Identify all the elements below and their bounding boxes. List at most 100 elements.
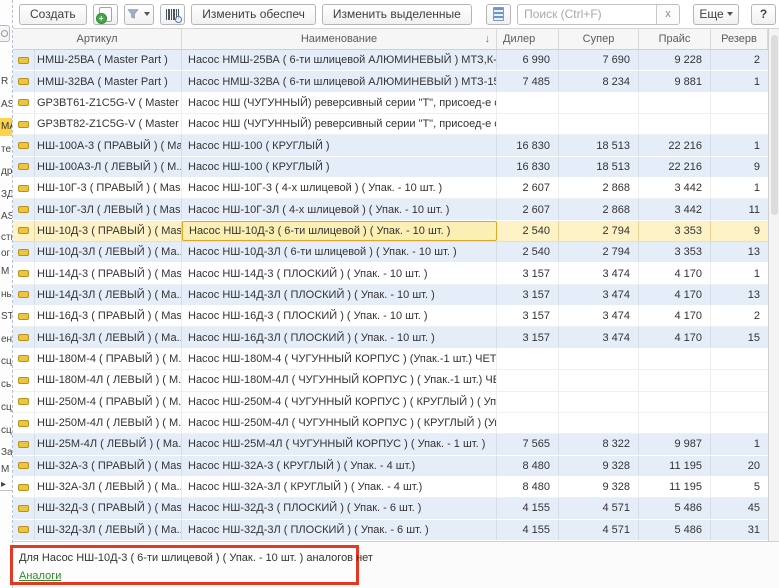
reserve-cell[interactable] — [711, 413, 768, 433]
dealer-cell[interactable]: 3 157 — [497, 327, 559, 347]
item-marker-cell[interactable] — [13, 413, 35, 433]
reserve-cell[interactable]: 9 — [711, 157, 768, 177]
table-row[interactable]: НШ-32А-3Л ( ЛЕВЫЙ ) ( Ма...Насос НШ-32А-… — [13, 477, 768, 498]
left-panel-item-fragment[interactable]: М — [1, 263, 9, 281]
reserve-cell[interactable]: 2 — [711, 306, 768, 326]
reserve-cell[interactable]: 31 — [711, 520, 768, 540]
table-row[interactable]: НШ-25М-4Л ( ЛЕВЫЙ ) ( Ма...Насос НШ-25М-… — [13, 434, 768, 455]
column-header-name[interactable]: Наименование ↓ — [182, 29, 497, 49]
price-cell[interactable]: 3 442 — [639, 199, 711, 219]
article-cell[interactable]: НШ-10Г-3Л ( ЛЕВЫЙ ) ( Mas... — [35, 199, 182, 219]
list-report-button[interactable] — [486, 4, 511, 25]
item-marker-cell[interactable] — [13, 135, 35, 155]
price-cell[interactable] — [639, 114, 711, 134]
left-panel-item-fragment[interactable]: За — [1, 444, 13, 462]
reserve-cell[interactable]: 2 — [711, 50, 768, 70]
vertical-scrollbar[interactable] — [768, 29, 779, 541]
super-cell[interactable]: 4 571 — [559, 520, 639, 540]
name-cell[interactable]: Насос НШ (ЧУГУННЫЙ) реверсивный серии "Т… — [182, 93, 497, 113]
item-marker-cell[interactable] — [13, 434, 35, 454]
item-marker-cell[interactable] — [13, 392, 35, 412]
table-row[interactable]: НШ-250М-4Л ( ЛЕВЫЙ ) ( М...Насос НШ-250М… — [13, 413, 768, 434]
dealer-cell[interactable]: 16 830 — [497, 157, 559, 177]
price-cell[interactable]: 22 216 — [639, 135, 711, 155]
article-cell[interactable]: НМШ-25ВА ( Master Part ) — [35, 50, 182, 70]
reserve-cell[interactable]: 1 — [711, 135, 768, 155]
super-cell[interactable] — [559, 114, 639, 134]
super-cell[interactable] — [559, 413, 639, 433]
column-header-price[interactable]: Прайс — [639, 29, 711, 49]
name-cell[interactable]: Насос НШ-14Д-3Л ( ПЛОСКИЙ ) ( Упак. - 10… — [182, 285, 497, 305]
item-marker-cell[interactable] — [13, 178, 35, 198]
table-row[interactable]: НШ-32Д-3Л ( ЛЕВЫЙ ) ( Ма...Насос НШ-32Д-… — [13, 520, 768, 541]
price-cell[interactable] — [639, 392, 711, 412]
dealer-cell[interactable]: 7 565 — [497, 434, 559, 454]
name-cell[interactable]: Насос НШ-32Д-3 ( ПЛОСКИЙ ) ( Упак. - 6 ш… — [182, 498, 497, 518]
super-cell[interactable]: 3 474 — [559, 327, 639, 347]
article-cell[interactable]: НШ-10Г-3 ( ПРАВЫЙ ) ( Mas... — [35, 178, 182, 198]
left-panel-item-fragment[interactable]: сц — [1, 353, 12, 371]
super-cell[interactable]: 8 234 — [559, 71, 639, 91]
table-row[interactable]: НМШ-32ВА ( Master Part )Насос НМШ-32ВА (… — [13, 71, 768, 92]
super-cell[interactable] — [559, 349, 639, 369]
left-panel-item-fragment[interactable]: др — [1, 163, 12, 181]
dealer-cell[interactable] — [497, 392, 559, 412]
price-cell[interactable]: 5 486 — [639, 520, 711, 540]
item-marker-cell[interactable] — [13, 199, 35, 219]
clear-search-button[interactable]: x — [656, 5, 679, 24]
price-cell[interactable]: 11 195 — [639, 456, 711, 476]
article-cell[interactable]: НШ-14Д-3Л ( ЛЕВЫЙ ) ( Ма... — [35, 285, 182, 305]
reserve-cell[interactable] — [711, 349, 768, 369]
dealer-cell[interactable]: 2 607 — [497, 178, 559, 198]
item-marker-cell[interactable] — [13, 327, 35, 347]
item-marker-cell[interactable] — [13, 456, 35, 476]
name-cell[interactable]: Насос НШ-100 ( КРУГЛЫЙ ) — [182, 157, 497, 177]
analogs-link[interactable]: Аналоги — [19, 568, 61, 584]
article-cell[interactable]: НШ-10Д-3Л ( ЛЕВЫЙ ) ( Ма... — [35, 242, 182, 262]
article-cell[interactable]: НШ-10Д-3 ( ПРАВЫЙ ) ( Mas... — [35, 221, 182, 241]
item-marker-cell[interactable] — [13, 306, 35, 326]
reserve-cell[interactable]: 1 — [711, 71, 768, 91]
dealer-cell[interactable] — [497, 349, 559, 369]
barcode-button[interactable] — [160, 4, 185, 25]
price-cell[interactable]: 4 170 — [639, 306, 711, 326]
super-cell[interactable]: 2 794 — [559, 221, 639, 241]
super-cell[interactable]: 3 474 — [559, 306, 639, 326]
dealer-cell[interactable]: 3 157 — [497, 285, 559, 305]
reserve-cell[interactable]: 45 — [711, 498, 768, 518]
dealer-cell[interactable]: 6 990 — [497, 50, 559, 70]
price-cell[interactable] — [639, 370, 711, 390]
change-provision-button[interactable]: Изменить обеспеч — [191, 4, 316, 25]
article-cell[interactable]: НШ-250М-4 ( ПРАВЫЙ ) ( М... — [35, 392, 182, 412]
super-cell[interactable]: 2 868 — [559, 199, 639, 219]
dealer-cell[interactable] — [497, 93, 559, 113]
dealer-cell[interactable] — [497, 413, 559, 433]
price-cell[interactable]: 9 881 — [639, 71, 711, 91]
reserve-cell[interactable] — [711, 392, 768, 412]
name-cell[interactable]: Насос НШ (ЧУГУННЫЙ) реверсивный серии "Т… — [182, 114, 497, 134]
more-button[interactable]: Еще — [693, 4, 739, 25]
left-panel-item-fragment[interactable]: те — [1, 141, 11, 159]
left-panel-item-fragment[interactable]: МА — [0, 118, 12, 136]
article-cell[interactable]: НМШ-32ВА ( Master Part ) — [35, 71, 182, 91]
super-cell[interactable] — [559, 392, 639, 412]
table-row[interactable]: НШ-10Г-3Л ( ЛЕВЫЙ ) ( Mas...Насос НШ-10Г… — [13, 199, 768, 220]
article-cell[interactable]: НШ-32Д-3Л ( ЛЕВЫЙ ) ( Ма... — [35, 520, 182, 540]
create-button[interactable]: Создать — [19, 4, 87, 25]
reserve-cell[interactable] — [711, 93, 768, 113]
name-cell[interactable]: Насос НШ-10Д-3Л ( 6-ти шлицевой ) ( Упак… — [182, 242, 497, 262]
reserve-cell[interactable]: 20 — [711, 456, 768, 476]
name-cell[interactable]: Насос НШ-14Д-3 ( ПЛОСКИЙ ) ( Упак. - 10 … — [182, 263, 497, 283]
dealer-cell[interactable]: 4 155 — [497, 498, 559, 518]
reserve-cell[interactable]: 11 — [711, 199, 768, 219]
name-cell[interactable]: Насос НШ-100 ( КРУГЛЫЙ ) — [182, 135, 497, 155]
price-cell[interactable]: 3 442 — [639, 178, 711, 198]
article-cell[interactable]: GP3BT61-Z1C5G-V ( Master ... — [35, 93, 182, 113]
left-panel-item-fragment[interactable]: ен — [1, 331, 12, 349]
table-row[interactable]: НШ-10Г-3 ( ПРАВЫЙ ) ( Mas...Насос НШ-10Г… — [13, 178, 768, 199]
item-marker-cell[interactable] — [13, 157, 35, 177]
super-cell[interactable] — [559, 370, 639, 390]
dealer-cell[interactable]: 4 155 — [497, 520, 559, 540]
name-cell[interactable]: Насос НМШ-32ВА ( 6-ти шлицевой АЛЮМИНЕВЫ… — [182, 71, 497, 91]
dealer-cell[interactable]: 3 157 — [497, 306, 559, 326]
